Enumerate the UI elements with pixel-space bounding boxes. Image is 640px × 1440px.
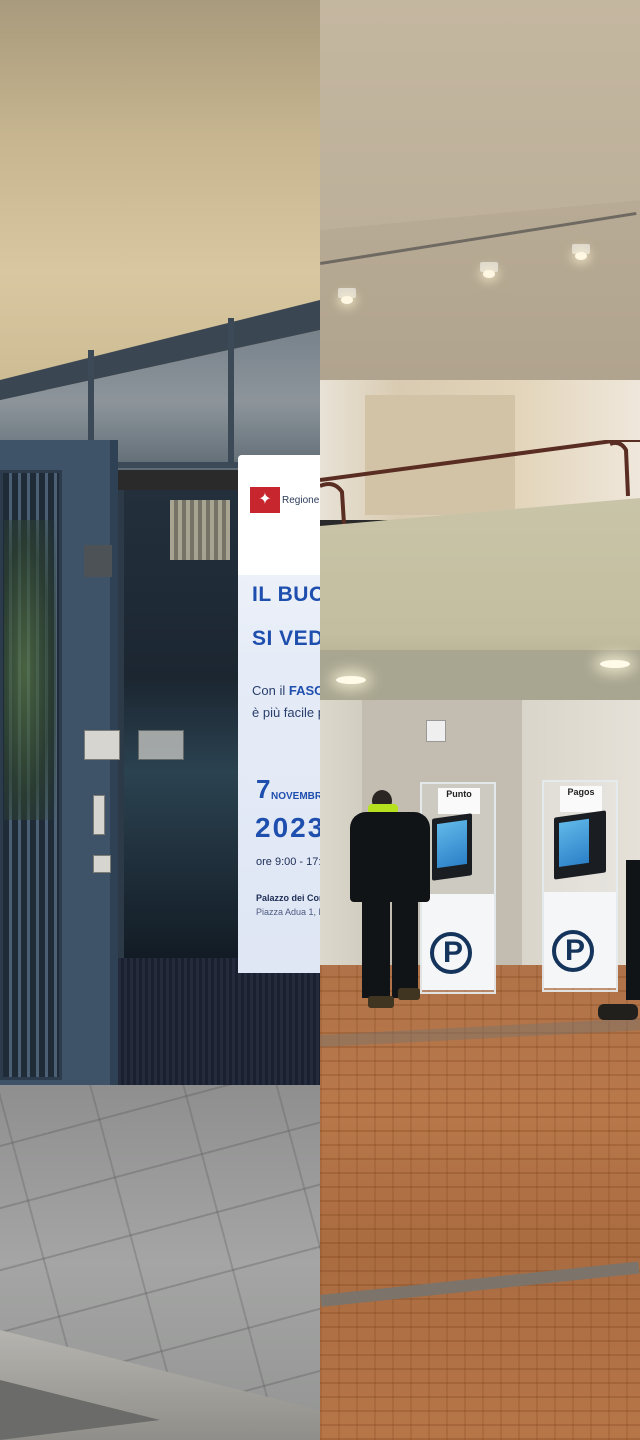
door-sensor <box>93 795 105 835</box>
door-sensor-small <box>93 855 111 873</box>
right-photo-hall: Punto P Pagos P <box>320 0 640 1440</box>
door-closer <box>84 545 112 577</box>
banner-headline-2: SI VED <box>252 627 320 650</box>
glass-mullion <box>228 318 234 468</box>
banner-day: 7 <box>256 774 271 804</box>
banner-venue: Palazzo dei Congre <box>256 893 320 903</box>
kiosk-touchscreen[interactable] <box>432 813 472 881</box>
region-label: Regione T <box>282 495 320 506</box>
banner-subtext-1: Con il FASCI <box>252 683 320 698</box>
shop-window <box>118 490 246 960</box>
parking-kiosk-1[interactable]: Punto P <box>420 782 500 994</box>
window-reflection <box>170 500 230 560</box>
banner-subtext-2: è più facile p <box>252 705 320 720</box>
ceiling-light <box>336 676 366 684</box>
ceiling-light <box>600 660 630 668</box>
ceiling-soffit <box>320 200 640 400</box>
banner-headline-1: IL BUO <box>252 583 320 606</box>
tuscany-region-logo: ✦ <box>250 487 280 513</box>
kiosk-touchscreen[interactable] <box>554 810 606 880</box>
spotlight <box>480 262 498 278</box>
parking-kiosk-2[interactable]: Pagos P <box>542 780 622 992</box>
hall-ceiling <box>320 0 640 230</box>
intercom-panel <box>84 730 120 760</box>
banner-month: NOVEMBR <box>271 791 320 802</box>
banner-address: Piazza Adua 1, Firen <box>256 907 320 917</box>
banner-header <box>238 455 320 575</box>
banner-year: 2023 <box>255 812 320 843</box>
intercom-reflection <box>138 730 184 760</box>
spotlight <box>572 244 590 260</box>
door-reflection-trees <box>4 520 56 820</box>
kiosk-brand-label: Pagos <box>560 786 602 812</box>
left-photo-entrance: ✦ Regione T IL BUO SI VED Con il FASCI è… <box>0 0 320 1440</box>
spotlight <box>338 288 356 304</box>
wall-sensor <box>426 720 446 742</box>
parking-logo-letter: P <box>443 936 464 969</box>
banner-time: ore 9:00 - 17: <box>256 856 320 868</box>
parking-logo-letter: P <box>565 934 586 967</box>
balcony-slab <box>320 498 640 666</box>
kiosk-brand-label: Punto <box>438 788 480 814</box>
